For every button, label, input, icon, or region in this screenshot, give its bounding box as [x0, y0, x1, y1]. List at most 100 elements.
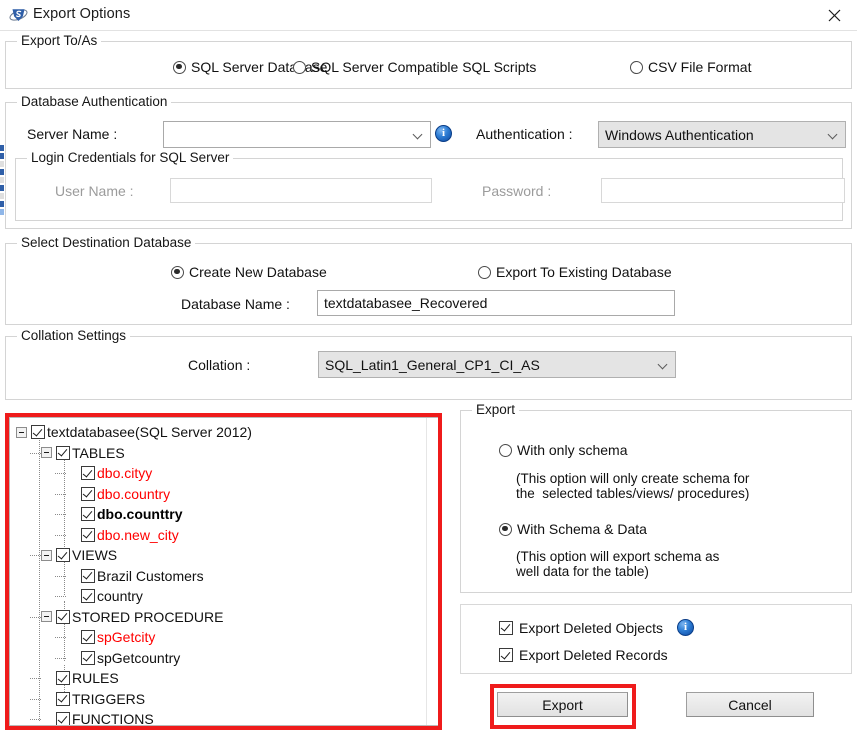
tree-connector	[55, 657, 66, 659]
export-button[interactable]: Export	[497, 692, 628, 717]
radio-with-schema-and-data[interactable]: With Schema & Data	[499, 521, 647, 537]
tree-item-storedproc[interactable]: STORED PROCEDURE	[41, 607, 223, 627]
tree-item-checkbox[interactable]	[56, 671, 70, 685]
tree-item-spgetcountry[interactable]: spGetcountry	[66, 648, 180, 668]
radio-label: Create New Database	[189, 264, 327, 280]
tree-item-checkbox[interactable]	[81, 568, 95, 583]
tree-item-label: dbo.cityy	[97, 465, 153, 481]
tree-connector	[64, 455, 65, 595]
edge-artifact	[0, 193, 4, 199]
collation-combo[interactable]: SQL_Latin1_General_CP1_CI_AS	[318, 351, 676, 378]
database-authentication-legend: Database Authentication	[17, 94, 172, 109]
select-destination-group: Select Destination Database Create New D…	[5, 235, 852, 325]
radio-export-existing-database[interactable]: Export To Existing Database	[478, 264, 672, 280]
tree-item-label: dbo.country	[97, 485, 171, 502]
tree-connector	[55, 514, 66, 515]
edge-artifact	[0, 209, 4, 215]
tree-item-spgetcity[interactable]: spGetcity	[66, 627, 155, 647]
tree-item-checkbox[interactable]	[81, 630, 95, 644]
checkbox-indicator	[499, 620, 513, 635]
tree-item-cityy[interactable]: dbo.cityy	[66, 463, 152, 483]
database-name-label: Database Name :	[181, 296, 290, 312]
user-name-label: User Name :	[55, 183, 134, 199]
tree-connector	[55, 534, 66, 536]
tree-connector	[30, 719, 41, 720]
tree-item-checkbox[interactable]	[81, 527, 95, 542]
tree-item-checkbox[interactable]	[81, 466, 95, 480]
password-input[interactable]	[601, 178, 845, 203]
close-icon[interactable]	[811, 0, 857, 31]
tree-item-tables[interactable]: TABLES	[41, 443, 125, 463]
checkbox-export-deleted-objects[interactable]: Export Deleted Objects i	[499, 619, 694, 636]
radio-label: With only schema	[517, 442, 628, 458]
tree-item-root[interactable]: textdatabasee(SQL Server 2012)	[16, 422, 252, 442]
user-name-input[interactable]	[170, 178, 432, 203]
tree-item-checkbox[interactable]	[56, 712, 70, 725]
tree-connector	[30, 678, 41, 679]
chevron-down-icon	[829, 130, 838, 139]
checkbox-label: Export Deleted Records	[519, 647, 668, 663]
authentication-combo[interactable]: Windows Authentication	[598, 121, 846, 148]
window-title: Export Options	[33, 6, 131, 22]
tree-item-views[interactable]: VIEWS	[41, 545, 117, 565]
tree-item-triggers[interactable]: TRIGGERS	[41, 689, 145, 709]
server-name-label: Server Name :	[27, 126, 118, 142]
login-credentials-legend: Login Credentials for SQL Server	[27, 150, 234, 165]
authentication-value: Windows Authentication	[605, 126, 754, 143]
radio-create-new-database[interactable]: Create New Database	[171, 264, 327, 280]
edge-artifact	[0, 153, 4, 159]
tree-item-counttry[interactable]: dbo.counttry	[66, 504, 183, 524]
collation-value: SQL_Latin1_General_CP1_CI_AS	[325, 356, 540, 373]
edge-artifact	[0, 161, 4, 167]
tree-item-checkbox[interactable]	[56, 548, 70, 562]
login-credentials-group: Login Credentials for SQL Server User Na…	[15, 150, 845, 221]
cancel-button[interactable]: Cancel	[686, 692, 814, 717]
radio-with-only-schema[interactable]: With only schema	[499, 442, 627, 458]
chevron-down-icon	[659, 360, 668, 369]
tree-item-label: spGetcity	[97, 629, 156, 645]
tree-item-label: country	[97, 588, 143, 604]
database-authentication-group: Database Authentication Server Name : i …	[5, 94, 852, 229]
radio-sql-compatible-scripts[interactable]: SQL Server Compatible SQL Scripts	[293, 59, 536, 75]
tree-item-label: dbo.counttry	[97, 506, 183, 522]
server-name-combo[interactable]	[163, 121, 431, 148]
object-tree[interactable]: textdatabasee(SQL Server 2012) TABLES dbo.…	[9, 417, 442, 726]
tree-collapse-icon[interactable]	[16, 426, 27, 438]
tree-item-label: VIEWS	[72, 547, 118, 563]
info-icon[interactable]: i	[676, 619, 694, 636]
checkbox-label: Export Deleted Objects	[519, 619, 663, 636]
tree-collapse-icon[interactable]	[41, 447, 52, 458]
collation-settings-group: Collation Settings Collation : SQL_Latin…	[5, 328, 852, 400]
tree-item-label: Brazil Customers	[97, 567, 204, 584]
tree-item-checkbox[interactable]	[81, 507, 95, 521]
tree-collapse-icon[interactable]	[41, 549, 52, 561]
tree-item-checkbox[interactable]	[81, 650, 95, 665]
tree-item-checkbox[interactable]	[81, 486, 95, 501]
collation-label: Collation :	[188, 357, 251, 373]
info-icon[interactable]: i	[435, 125, 452, 142]
radio-indicator	[630, 60, 643, 74]
tree-item-brazil[interactable]: Brazil Customers	[66, 566, 204, 586]
tree-item-label: TRIGGERS	[72, 690, 146, 707]
tree-item-rules[interactable]: RULES	[41, 668, 119, 688]
tree-item-checkbox[interactable]	[56, 445, 70, 460]
checkbox-export-deleted-records[interactable]: Export Deleted Records	[499, 647, 668, 663]
tree-item-checkbox[interactable]	[56, 691, 70, 706]
tree-item-checkbox[interactable]	[56, 609, 70, 624]
app-logo-icon	[9, 6, 28, 25]
database-name-input[interactable]: textdatabasee_Recovered	[317, 290, 675, 316]
tree-item-checkbox[interactable]	[81, 589, 95, 603]
tree-item-functions[interactable]: FUNCTIONS	[41, 709, 154, 725]
export-to-as-legend: Export To/As	[17, 33, 102, 48]
tree-item-v_country[interactable]: country	[66, 586, 143, 606]
tree-item-country[interactable]: dbo.country	[66, 484, 170, 504]
radio-csv-file-format[interactable]: CSV File Format	[630, 59, 751, 75]
tree-scrollbar[interactable]	[426, 418, 441, 725]
radio-indicator	[478, 265, 491, 279]
tree-collapse-icon[interactable]	[41, 611, 52, 622]
tree-item-checkbox[interactable]	[31, 425, 45, 439]
radio-label: SQL Server Compatible SQL Scripts	[311, 59, 537, 75]
export-options-legend: Export	[472, 402, 520, 417]
tree-item-new_city[interactable]: dbo.new_city	[66, 525, 179, 545]
tree-connector	[30, 698, 41, 700]
